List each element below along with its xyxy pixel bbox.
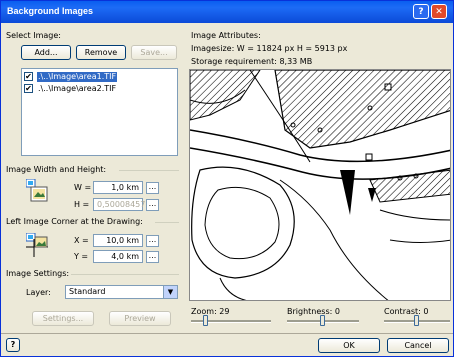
layer-label: Layer:: [26, 288, 51, 297]
help-button[interactable]: ?: [6, 338, 20, 352]
y-browse-button[interactable]: ...: [146, 251, 159, 263]
image-file-list[interactable]: ✔ .\..\Image\area1.TIF ✔ .\..\Image\area…: [21, 68, 178, 156]
save-button[interactable]: Save...: [131, 45, 177, 60]
layer-select[interactable]: Standard ▼: [65, 285, 178, 299]
y-input[interactable]: 4,0 km: [93, 250, 143, 263]
image-settings-heading: Image Settings:: [6, 269, 70, 278]
image-size-icon: [25, 178, 48, 203]
map-preview-image: [190, 70, 450, 300]
height-label: H =: [74, 200, 90, 209]
height-input[interactable]: 0,500084573: [93, 198, 150, 211]
divider: [155, 222, 179, 223]
image-size-heading: Image Width and Height:: [6, 165, 107, 174]
title-bar[interactable]: Background Images ? ✕: [1, 1, 453, 23]
chevron-down-icon[interactable]: ▼: [163, 286, 177, 298]
width-input[interactable]: 1,0 km: [93, 181, 143, 194]
brightness-label: Brightness: 0: [287, 307, 340, 316]
layer-value: Standard: [69, 287, 106, 296]
contrast-slider-thumb[interactable]: [414, 315, 419, 326]
footer-divider: [1, 333, 453, 334]
cancel-button[interactable]: Cancel: [387, 338, 449, 353]
close-icon[interactable]: ✕: [431, 4, 447, 19]
background-images-dialog: Background Images ? ✕ Select Image: Add.…: [0, 0, 454, 357]
zoom-label: Zoom: 29: [191, 307, 230, 316]
image-corner-heading: Left Image Corner at the Drawing:: [6, 217, 143, 226]
add-button[interactable]: Add...: [21, 45, 71, 60]
image-preview[interactable]: [189, 69, 451, 301]
y-label: Y =: [74, 252, 89, 261]
file-name: .\..\Image\area1.TIF: [37, 72, 118, 82]
divider: [71, 274, 179, 275]
imagesize-text: Imagesize: W = 11824 px H = 5913 px: [191, 44, 348, 53]
remove-button[interactable]: Remove: [76, 45, 126, 60]
brightness-slider-thumb[interactable]: [320, 315, 325, 326]
attributes-heading: Image Attributes:: [191, 31, 261, 40]
window-title: Background Images: [7, 6, 94, 16]
ok-button[interactable]: OK: [318, 338, 380, 353]
help-icon[interactable]: ?: [413, 4, 429, 19]
preview-button[interactable]: Preview: [109, 311, 171, 326]
select-image-heading: Select Image:: [6, 31, 61, 40]
x-input[interactable]: 10,0 km: [93, 234, 143, 247]
divider: [119, 170, 179, 171]
file-checkbox[interactable]: ✔: [24, 72, 33, 81]
file-name: .\..\Image\area2.TIF: [38, 84, 117, 93]
settings-button[interactable]: Settings...: [32, 311, 94, 326]
zoom-slider-thumb[interactable]: [203, 315, 208, 326]
image-corner-icon: [25, 232, 48, 257]
x-browse-button[interactable]: ...: [146, 235, 159, 247]
x-label: X =: [74, 236, 89, 245]
width-browse-button[interactable]: ...: [146, 182, 159, 194]
storage-text: Storage requirement: 8,33 MB: [191, 57, 313, 66]
contrast-label: Contrast: 0: [384, 307, 429, 316]
height-browse-button[interactable]: ...: [146, 199, 159, 211]
file-checkbox[interactable]: ✔: [24, 84, 33, 93]
width-label: W =: [74, 183, 92, 192]
